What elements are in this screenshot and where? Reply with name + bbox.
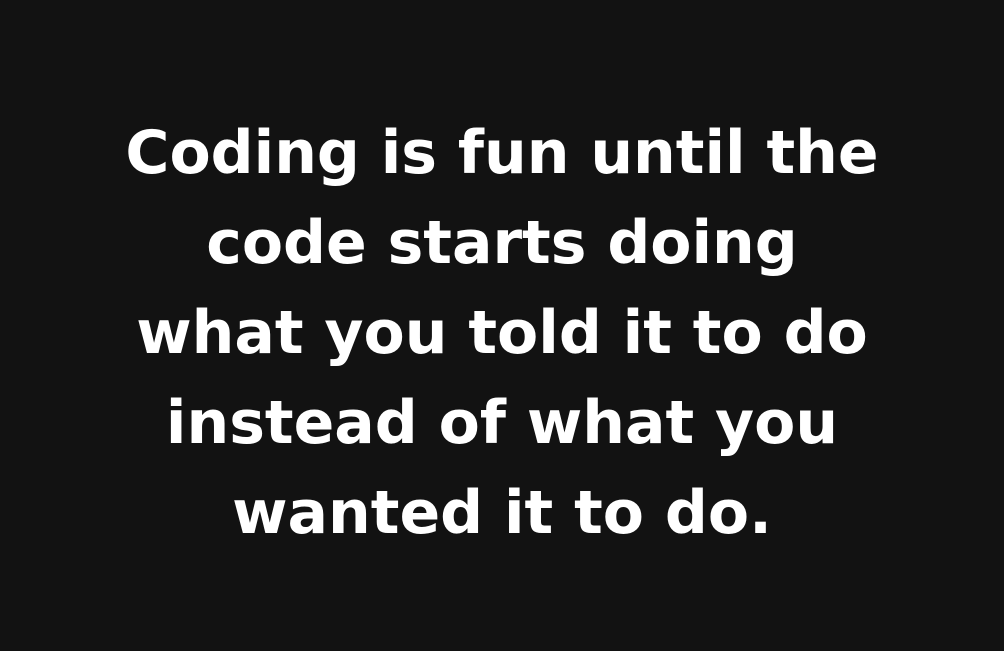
quote-line-3: what you told it to do [136,298,868,368]
quote-line-5: wanted it to do. [232,478,772,548]
quote-line-2: code starts doing [206,208,798,278]
quote-line-1: Coding is fun until the [125,118,879,188]
quote-text: Coding is fun until the code starts doin… [0,108,1004,558]
quote-line-4: instead of what you [165,388,839,458]
meme-image: Coding is fun until the code starts doin… [0,0,1004,651]
